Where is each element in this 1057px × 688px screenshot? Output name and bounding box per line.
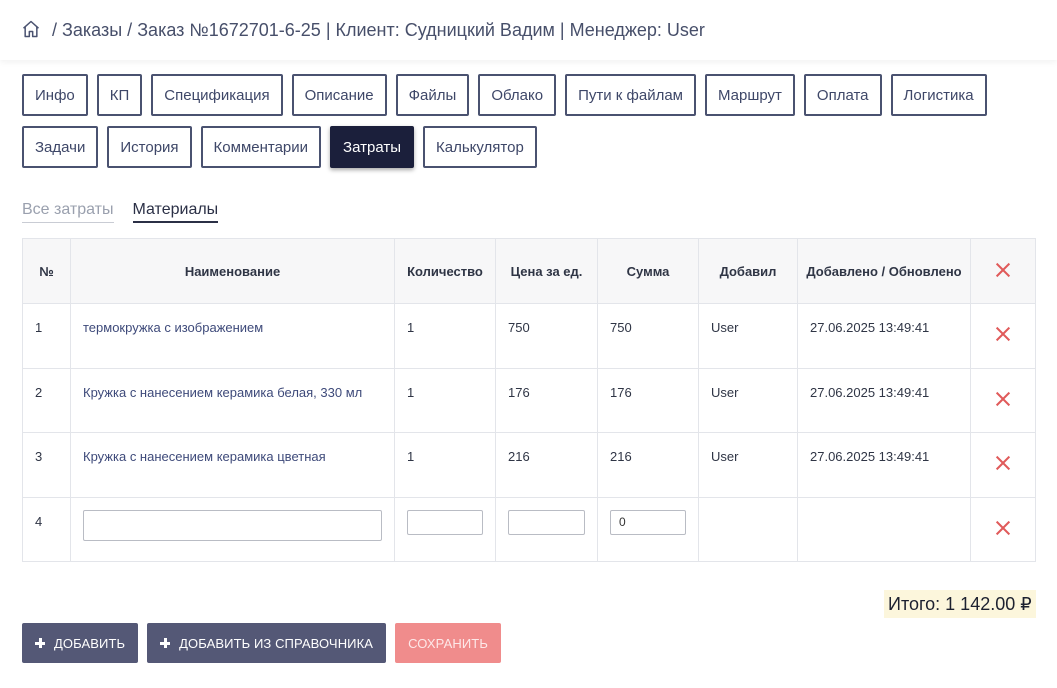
save-button-label: СОХРАНИТЬ <box>408 635 488 651</box>
cell-sum: 216 <box>597 432 699 498</box>
tab-file-paths[interactable]: Пути к файлам <box>565 74 696 116</box>
table-header-row: № Наименование Количество Цена за ед. Су… <box>22 238 1036 304</box>
header-added-by: Добавил <box>698 238 798 304</box>
subtab-all-costs[interactable]: Все затраты <box>22 201 114 223</box>
order-tabs: Инфо КП Спецификация Описание Файлы Обла… <box>22 74 1037 178</box>
tab-specification[interactable]: Спецификация <box>151 74 283 116</box>
new-price-input[interactable] <box>508 509 585 535</box>
breadcrumb-separator: / <box>127 19 133 40</box>
plus-icon <box>160 638 171 648</box>
cell-price: 176 <box>495 367 598 433</box>
tab-history[interactable]: История <box>107 126 192 168</box>
cell-num: 1 <box>22 303 71 369</box>
header-delete <box>970 238 1036 304</box>
cell-price: 750 <box>495 303 598 369</box>
tab-files[interactable]: Файлы <box>395 74 470 116</box>
cell-date: 27.06.2025 13:49:41 <box>797 367 971 433</box>
tab-tasks[interactable]: Задачи <box>22 126 99 168</box>
breadcrumb-bar: | <box>559 19 565 40</box>
cell-date: 27.06.2025 13:49:41 <box>797 432 971 498</box>
cell-price: 216 <box>495 432 598 498</box>
header-dates: Добавлено / Обновлено <box>797 238 971 304</box>
cost-subtabs: Все затраты Материалы <box>22 201 219 223</box>
cell-added-by: User <box>698 303 798 369</box>
breadcrumb-order: Заказ №1672701-6-25 <box>137 19 321 40</box>
breadcrumb-client: Клиент: Судницкий Вадим <box>335 19 555 40</box>
add-from-reference-button[interactable]: ДОБАВИТЬ ИЗ СПРАВОЧНИКА <box>147 623 387 663</box>
add-button[interactable]: ДОБАВИТЬ <box>22 623 139 663</box>
header-price: Цена за ед. <box>495 238 598 304</box>
tab-payment[interactable]: Оплата <box>803 74 882 116</box>
table-row: 1 термокружка с изображением 1 750 750 U… <box>22 303 1036 369</box>
cell-name-link[interactable]: Кружка с нанесением керамика белая, 330 … <box>70 367 395 433</box>
tab-row-1: Инфо КП Спецификация Описание Файлы Обла… <box>22 74 1037 116</box>
breadcrumb-manager: Менеджер: User <box>569 19 705 40</box>
header-qty: Количество <box>394 238 496 304</box>
header-name: Наименование <box>70 238 395 304</box>
cell-name-link[interactable]: Кружка с нанесением керамика цветная <box>70 432 395 498</box>
cell-delete <box>970 303 1036 369</box>
page-header: / Заказы / Заказ №1672701-6-25 | Клиент:… <box>0 0 1057 60</box>
subtab-materials[interactable]: Материалы <box>132 201 219 223</box>
new-row: 4 <box>22 496 1036 562</box>
delete-row-icon[interactable] <box>996 327 1010 341</box>
tab-logistics[interactable]: Логистика <box>890 74 987 116</box>
cell-price-input <box>495 496 598 562</box>
materials-table: № Наименование Количество Цена за ед. Су… <box>22 238 1036 562</box>
cell-qty-input <box>394 496 496 562</box>
cell-num: 4 <box>22 496 71 562</box>
breadcrumb-separator: / <box>52 19 58 40</box>
cell-qty: 1 <box>394 367 496 433</box>
add-from-reference-label: ДОБАВИТЬ ИЗ СПРАВОЧНИКА <box>179 635 374 651</box>
header-num: № <box>22 238 71 304</box>
delete-row-icon[interactable] <box>996 456 1010 470</box>
tab-description[interactable]: Описание <box>291 74 387 116</box>
table-row: 2 Кружка с нанесением керамика белая, 33… <box>22 367 1036 433</box>
cell-added-by <box>698 496 798 562</box>
breadcrumb: / Заказы / Заказ №1672701-6-25 | Клиент:… <box>47 20 705 41</box>
cell-delete <box>970 367 1036 433</box>
cell-qty: 1 <box>394 303 496 369</box>
delete-all-icon[interactable] <box>996 263 1010 277</box>
cell-delete <box>970 432 1036 498</box>
tab-comments[interactable]: Комментарии <box>200 126 322 168</box>
cell-added-by: User <box>698 367 798 433</box>
total-amount: Итого: 1 142.00 ₽ <box>884 590 1036 618</box>
tab-costs[interactable]: Затраты <box>330 126 414 168</box>
tab-kp[interactable]: КП <box>96 74 143 116</box>
cell-delete <box>970 496 1036 562</box>
cell-date <box>797 496 971 562</box>
tab-calculator[interactable]: Калькулятор <box>422 126 537 168</box>
home-icon[interactable] <box>21 19 41 39</box>
cell-num: 3 <box>22 432 71 498</box>
header-sum: Сумма <box>597 238 699 304</box>
add-button-label: ДОБАВИТЬ <box>54 635 126 651</box>
cell-added-by: User <box>698 432 798 498</box>
cell-date: 27.06.2025 13:49:41 <box>797 303 971 369</box>
plus-icon <box>35 638 45 648</box>
action-buttons: ДОБАВИТЬ ДОБАВИТЬ ИЗ СПРАВОЧНИКА СОХРАНИ… <box>22 623 501 663</box>
tab-row-2: Задачи История Комментарии Затраты Кальк… <box>22 126 1037 168</box>
new-name-input[interactable] <box>83 509 382 541</box>
table-row: 3 Кружка с нанесением керамика цветная 1… <box>22 432 1036 498</box>
new-sum-input[interactable] <box>610 509 686 535</box>
save-button[interactable]: СОХРАНИТЬ <box>395 623 501 663</box>
tab-info[interactable]: Инфо <box>22 74 88 116</box>
cell-sum: 176 <box>597 367 699 433</box>
cell-sum: 750 <box>597 303 699 369</box>
tab-cloud[interactable]: Облако <box>478 74 557 116</box>
tab-route[interactable]: Маршрут <box>704 74 795 116</box>
cell-name-input <box>70 496 395 562</box>
breadcrumb-bar: | <box>325 19 331 40</box>
new-qty-input[interactable] <box>407 509 483 535</box>
cell-name-link[interactable]: термокружка с изображением <box>70 303 395 369</box>
delete-row-icon[interactable] <box>996 392 1010 406</box>
cell-num: 2 <box>22 367 71 433</box>
breadcrumb-orders-link[interactable]: Заказы <box>62 20 122 41</box>
cell-qty: 1 <box>394 432 496 498</box>
cell-sum-input <box>597 496 699 562</box>
delete-row-icon[interactable] <box>996 521 1010 535</box>
